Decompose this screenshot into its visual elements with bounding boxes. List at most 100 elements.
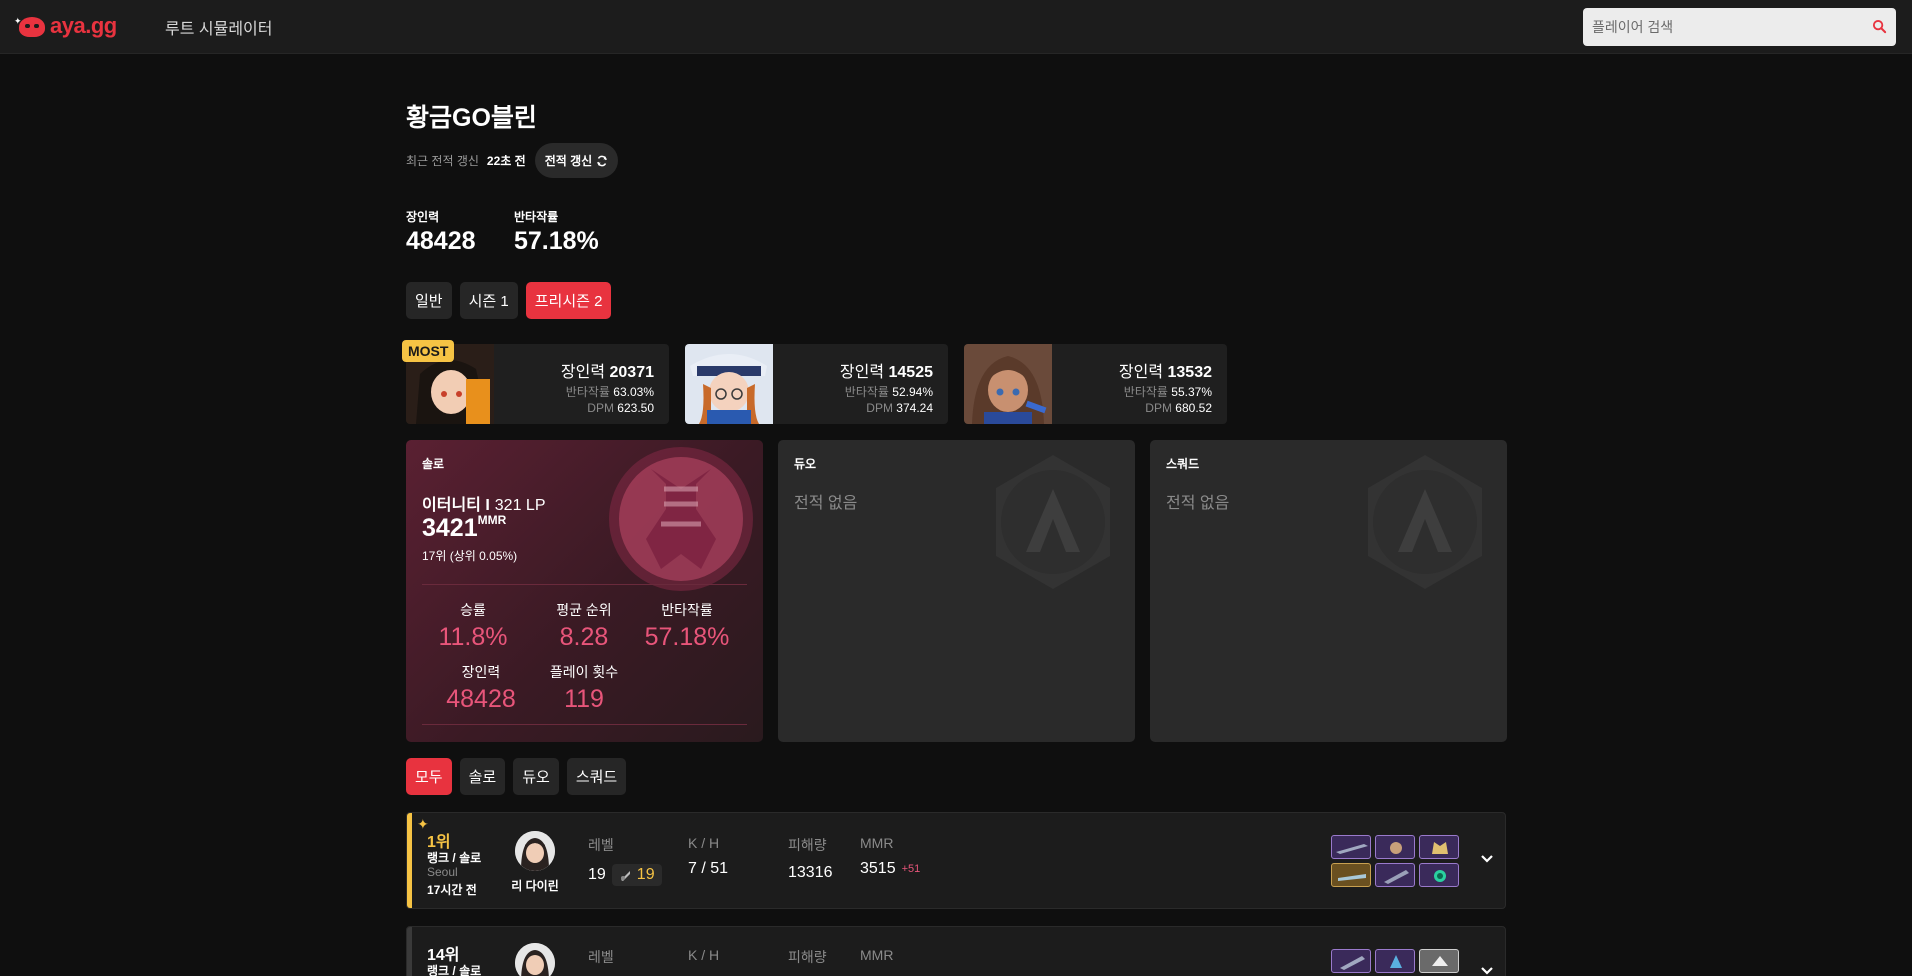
weapon-item-icon[interactable]: [1331, 949, 1371, 973]
update-status-row: 최근 전적 갱신 22초 전 전적 갱신: [406, 143, 619, 178]
lp-value: 321 LP: [494, 497, 546, 514]
power-value: 13532: [1167, 364, 1213, 381]
filter-all[interactable]: 모두: [406, 758, 452, 795]
power-label: 장인력: [560, 364, 606, 381]
arm-item-icon[interactable]: [1331, 863, 1371, 887]
chevron-down-icon[interactable]: [1479, 851, 1495, 867]
level-label: 레벨: [588, 949, 614, 965]
stat-avg-place: 평균 순위 8.28: [534, 600, 634, 652]
stat-label: 평균 순위: [556, 602, 612, 618]
kh-label: K / H: [688, 835, 720, 851]
stat-label: 승률: [460, 602, 486, 618]
match-filter-tabs: 모두 솔로 듀오 스쿼드: [406, 758, 627, 795]
most-played-badge: MOST: [402, 340, 455, 362]
damage-label: 피해량: [788, 949, 827, 965]
tier-name: 이터니티 I 321 LP: [422, 491, 546, 515]
stat-value: 11.8%: [438, 623, 508, 651]
character-stats: 장인력 14525 반타작률 52.94% DPM 374.24: [840, 358, 933, 415]
character-card[interactable]: 장인력 14525 반타작률 52.94% DPM 374.24: [685, 344, 948, 424]
squad-rank-panel: 스쿼드 전적 없음: [1150, 440, 1507, 742]
head-item-icon[interactable]: [1419, 835, 1459, 859]
leg-item-icon[interactable]: [1375, 863, 1415, 887]
character-avatar: [515, 831, 555, 871]
player-search-input[interactable]: [1583, 8, 1853, 46]
head-item-icon[interactable]: [1419, 949, 1459, 973]
power-label: 장인력: [1118, 364, 1164, 381]
weapon-mastery-icon: [620, 870, 630, 881]
match-time: 17시간 전: [427, 883, 477, 897]
dpm-value: 623.50: [617, 401, 654, 415]
eternity-tier-emblem-icon: [609, 447, 753, 591]
mmr-display: 3421MMR: [422, 513, 506, 543]
stat-value: 119: [564, 685, 604, 713]
chevron-down-icon[interactable]: [1479, 963, 1495, 976]
damage-column: 피해량 13316: [788, 835, 833, 882]
last-update-time: 22초 전: [486, 154, 526, 168]
stat-label: 장인력: [461, 664, 501, 680]
filter-squad[interactable]: 스쿼드: [566, 758, 627, 795]
dpm-value: 680.52: [1175, 401, 1212, 415]
filter-solo[interactable]: 솔로: [459, 758, 506, 795]
match-mode: 랭크 / 솔로: [427, 851, 482, 865]
refresh-record-button[interactable]: 전적 갱신: [534, 143, 619, 178]
filter-duo[interactable]: 듀오: [513, 758, 559, 795]
level-label: 레벨: [588, 837, 614, 853]
panel-title: 솔로: [422, 457, 445, 471]
stat-value: 8.28: [559, 623, 609, 651]
stat-label: 반타작률: [514, 210, 559, 224]
placement-accent-bar: [407, 813, 412, 908]
stat-value: 48428: [446, 685, 516, 713]
item-build: [1331, 835, 1459, 887]
mmr-delta: +51: [901, 863, 921, 875]
dpm-label: DPM: [587, 401, 614, 415]
tab-preseason-2[interactable]: 프리시즌 2: [525, 282, 612, 319]
mmr-column: MMR: [860, 947, 893, 963]
stat-label: 장인력: [406, 210, 440, 224]
damage-column: 피해량: [788, 947, 827, 967]
match-row[interactable]: 14위 랭크 / 솔로 레벨 K / H 피해량 MMR: [406, 926, 1506, 976]
search-icon[interactable]: [1872, 19, 1887, 34]
match-row[interactable]: ✦ 1위 랭크 / 솔로 Seoul 17시간 전 리 다이린 레벨 19 19…: [406, 812, 1506, 909]
rate-label: 반타작률: [1123, 385, 1168, 399]
chest-item-icon[interactable]: [1375, 835, 1415, 859]
rate-label: 반타작률: [565, 385, 610, 399]
nav-link-route-simulator[interactable]: 루트 시뮬레이터: [165, 15, 273, 39]
panel-title: 듀오: [794, 457, 817, 471]
top-navigation-bar: ✦ aya.gg 루트 시뮬레이터: [0, 0, 1912, 54]
chest-item-icon[interactable]: [1375, 949, 1415, 973]
kh-value: 7 / 51: [688, 860, 729, 877]
divider: [422, 584, 747, 585]
goblin-logo-icon: ✦: [14, 14, 46, 38]
character-portrait: [685, 344, 773, 424]
character-card[interactable]: 장인력 13532 반타작률 55.37% DPM 680.52: [964, 344, 1227, 424]
item-build: [1331, 949, 1459, 973]
accessory-item-icon[interactable]: [1419, 863, 1459, 887]
mmr-value: 3421: [422, 514, 478, 542]
no-record-text: 전적 없음: [1166, 495, 1230, 512]
tab-normal[interactable]: 일반: [406, 282, 452, 319]
character-portrait: [964, 344, 1052, 424]
weapon-level-value: 19: [636, 866, 655, 883]
site-logo[interactable]: ✦ aya.gg: [14, 13, 117, 39]
dpm-value: 374.24: [896, 401, 933, 415]
solo-rank-panel: 솔로 이터니티 I 321 LP 3421MMR 17위 (상위 0.05%) 승…: [406, 440, 763, 742]
tier-label: 이터니티 I: [422, 497, 490, 514]
mmr-value: 3515: [860, 860, 896, 877]
damage-label: 피해량: [788, 837, 827, 853]
stat-half-rate: 반타작률 57.18%: [637, 600, 737, 652]
mmr-label: MMR: [860, 835, 894, 851]
tab-season-1[interactable]: 시즌 1: [459, 282, 518, 319]
unranked-emblem-icon: [996, 455, 1110, 589]
power-value: 14525: [888, 364, 934, 381]
weapon-item-icon[interactable]: [1331, 835, 1371, 859]
character-card[interactable]: MOST 장인력 20371 반타작률 63.03% DPM 623.50: [402, 340, 669, 424]
summary-stat-rate: 반타작률 57.18%: [514, 208, 599, 256]
rate-value: 55.37%: [1171, 385, 1212, 399]
power-label: 장인력: [839, 364, 885, 381]
kh-label: K / H: [688, 947, 720, 963]
rate-value: 63.03%: [613, 385, 654, 399]
match-region: Seoul: [427, 865, 458, 879]
stat-power: 장인력 48428: [431, 662, 531, 714]
mmr-column: MMR 3515 +51: [860, 835, 920, 878]
season-tabs: 일반 시즌 1 프리시즌 2: [406, 282, 612, 319]
